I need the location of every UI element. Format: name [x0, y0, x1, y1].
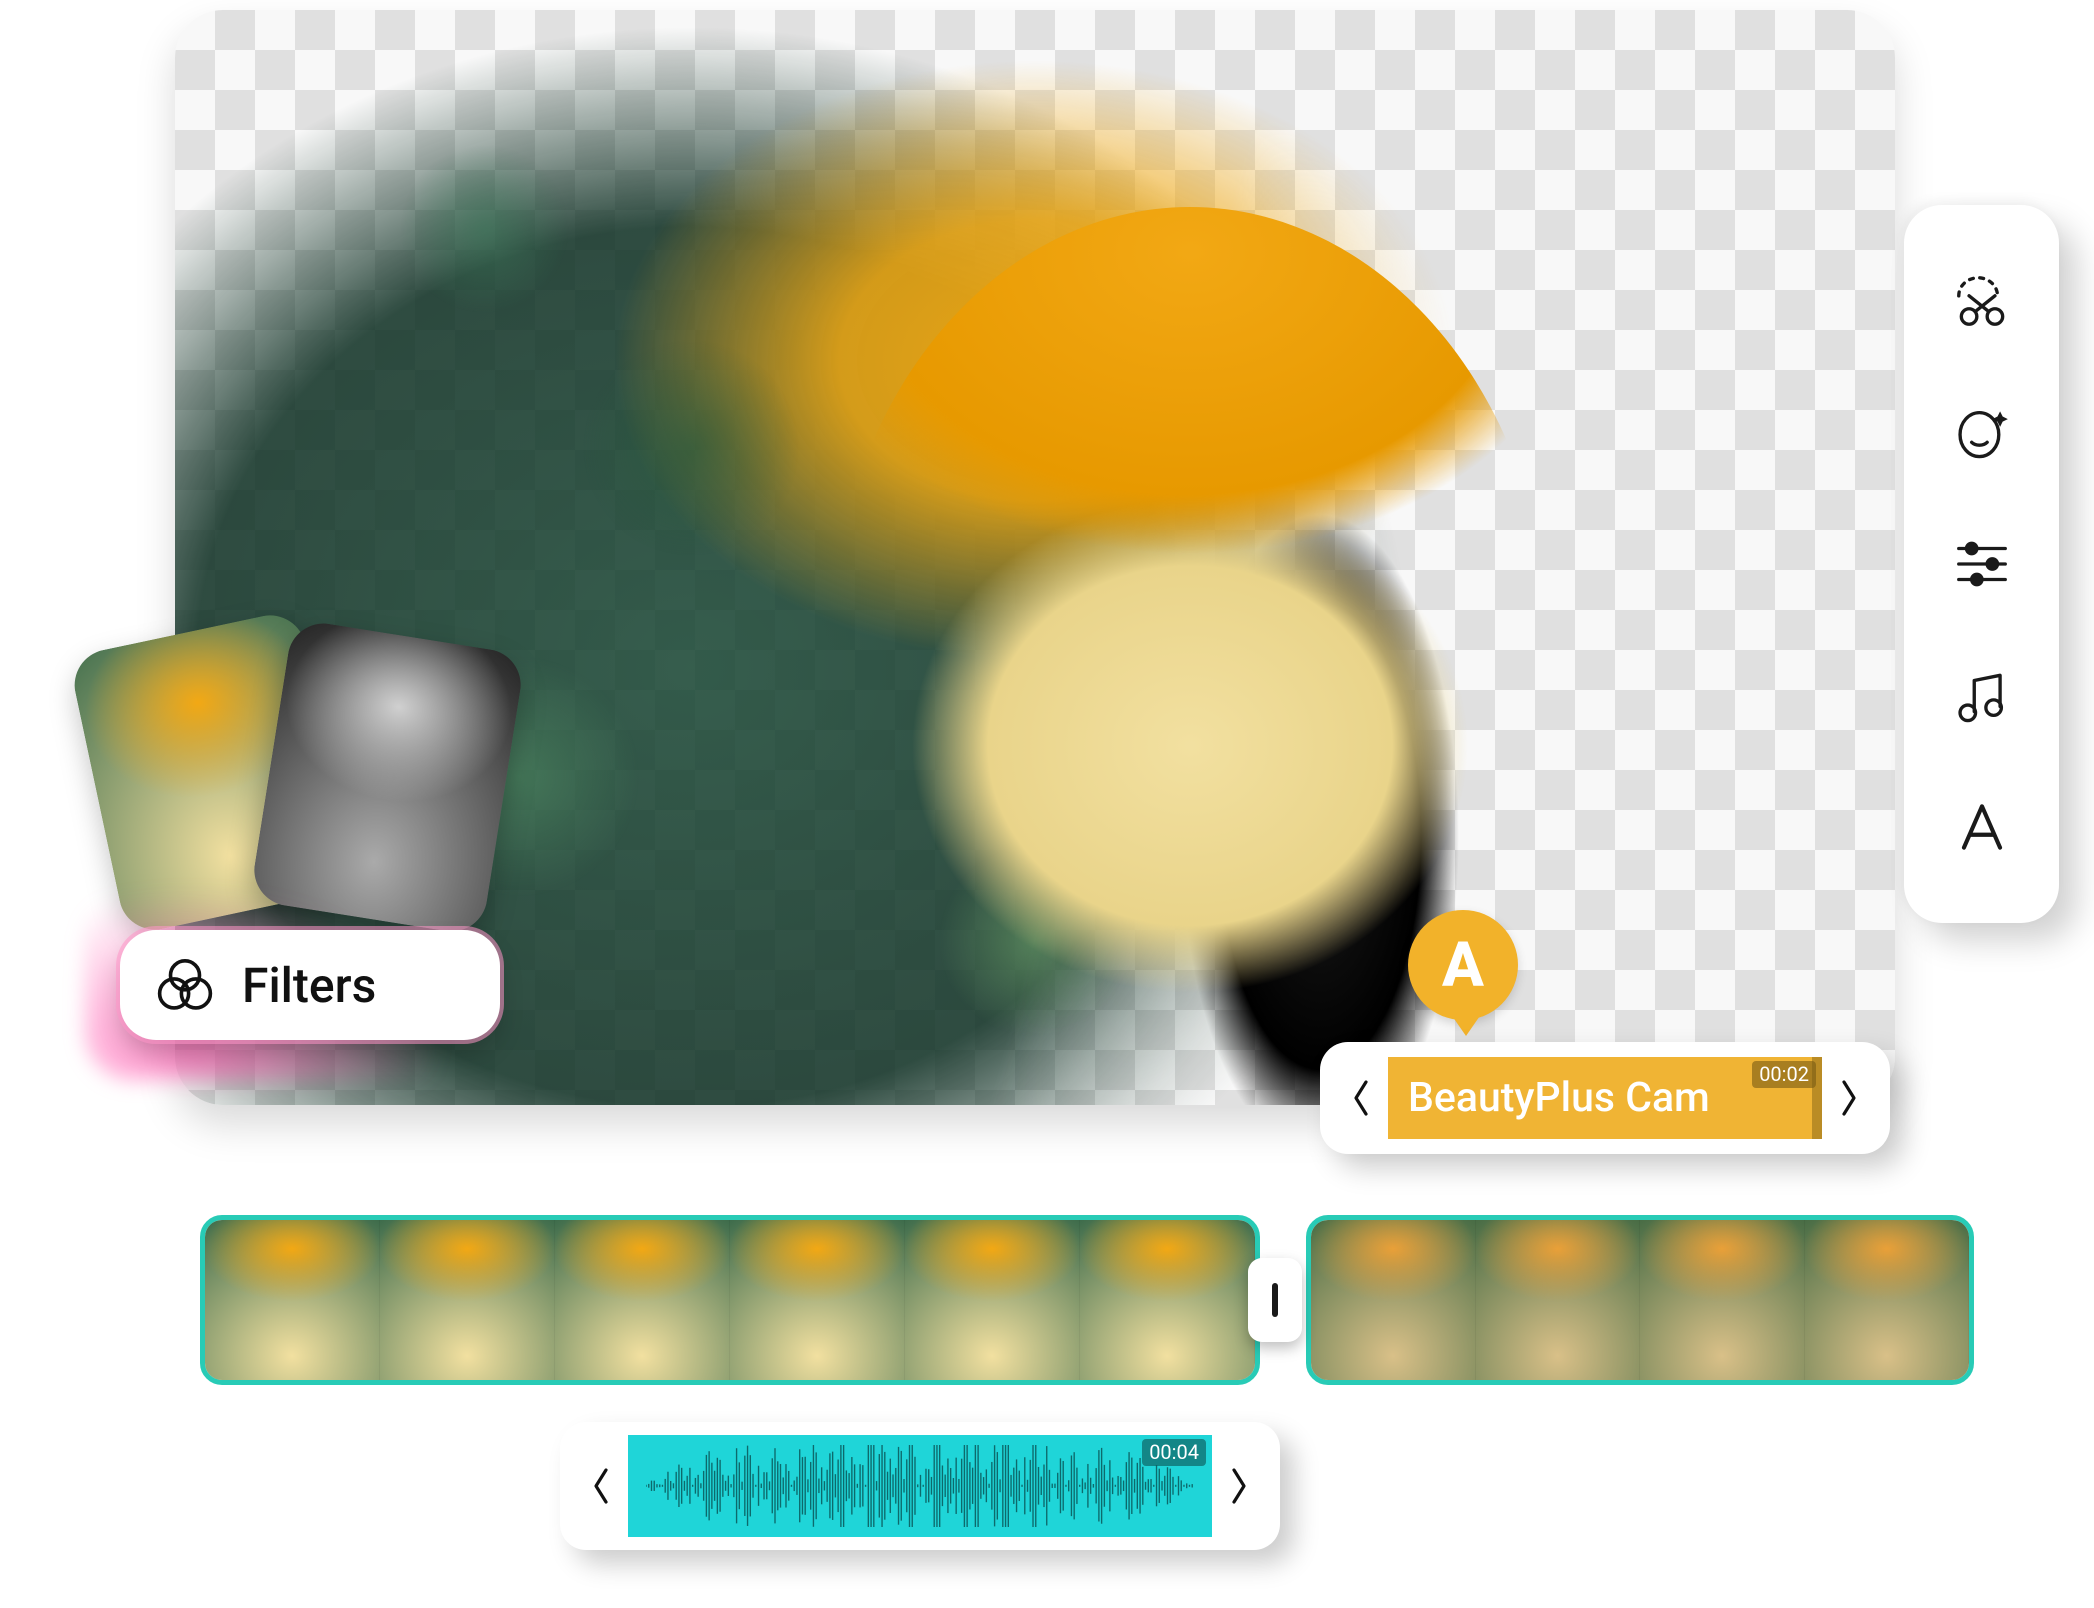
timeline-frame: [380, 1220, 555, 1380]
audio-clip-trim-right[interactable]: [1212, 1448, 1266, 1524]
text-clip-badge-letter: A: [1442, 929, 1484, 1002]
cutout-tool-icon: [1951, 270, 2013, 332]
text-tool-icon: [1951, 796, 2013, 858]
text-clip-trim-left[interactable]: [1334, 1060, 1388, 1136]
timeline-transition-handle[interactable]: [1248, 1258, 1302, 1342]
timeline-frame: [205, 1220, 380, 1380]
beautify-tool-button[interactable]: [1937, 387, 2027, 477]
audio-clip-duration: 00:04: [1142, 1439, 1206, 1466]
chevron-left-icon: [1347, 1078, 1375, 1118]
music-tool-icon: [1951, 665, 2013, 727]
cutout-tool-button[interactable]: [1937, 256, 2027, 346]
handle-grip-icon: [1272, 1283, 1278, 1317]
side-tool-toolbar: [1904, 205, 2059, 923]
timeline-frame: [1805, 1220, 1970, 1380]
timeline-frame: [1311, 1220, 1476, 1380]
text-clip-body[interactable]: BeautyPlus Cam 00:02: [1388, 1057, 1822, 1139]
text-clip-end-marker: [1812, 1057, 1822, 1139]
timeline-frame: [1476, 1220, 1641, 1380]
text-clip-badge-pointer: [1448, 1010, 1484, 1036]
chevron-right-icon: [1225, 1466, 1253, 1506]
audio-clip-trim-left[interactable]: [574, 1448, 628, 1524]
filters-label: Filters: [242, 957, 376, 1014]
text-clip-bar[interactable]: BeautyPlus Cam 00:02: [1320, 1042, 1890, 1154]
beautify-face-tool-icon: [1951, 401, 2013, 463]
timeline-frame: [905, 1220, 1080, 1380]
music-tool-button[interactable]: [1937, 651, 2027, 741]
timeline-frame: [1640, 1220, 1805, 1380]
text-tool-button[interactable]: [1937, 782, 2027, 872]
timeline-clip-1[interactable]: [200, 1215, 1260, 1385]
filters-icon: [156, 956, 214, 1014]
text-clip-title: BeautyPlus Cam: [1408, 1074, 1710, 1122]
timeline-frame: [555, 1220, 730, 1380]
video-timeline[interactable]: [200, 1215, 1980, 1385]
filters-button[interactable]: Filters: [120, 930, 500, 1040]
adjust-sliders-tool-icon: [1951, 533, 2013, 595]
chevron-right-icon: [1835, 1078, 1863, 1118]
audio-waveform-icon: [646, 1445, 1195, 1527]
chevron-left-icon: [587, 1466, 615, 1506]
text-clip-trim-right[interactable]: [1822, 1060, 1876, 1136]
filter-thumbnail-bw[interactable]: [249, 618, 526, 936]
timeline-frame: [730, 1220, 905, 1380]
text-clip-duration: 00:02: [1752, 1061, 1816, 1088]
audio-clip-body[interactable]: 00:04: [628, 1435, 1212, 1537]
adjust-tool-button[interactable]: [1937, 519, 2027, 609]
timeline-frame: [1080, 1220, 1255, 1380]
audio-clip-bar[interactable]: 00:04: [560, 1422, 1280, 1550]
text-clip-badge[interactable]: A: [1408, 910, 1518, 1020]
timeline-clip-2[interactable]: [1306, 1215, 1974, 1385]
